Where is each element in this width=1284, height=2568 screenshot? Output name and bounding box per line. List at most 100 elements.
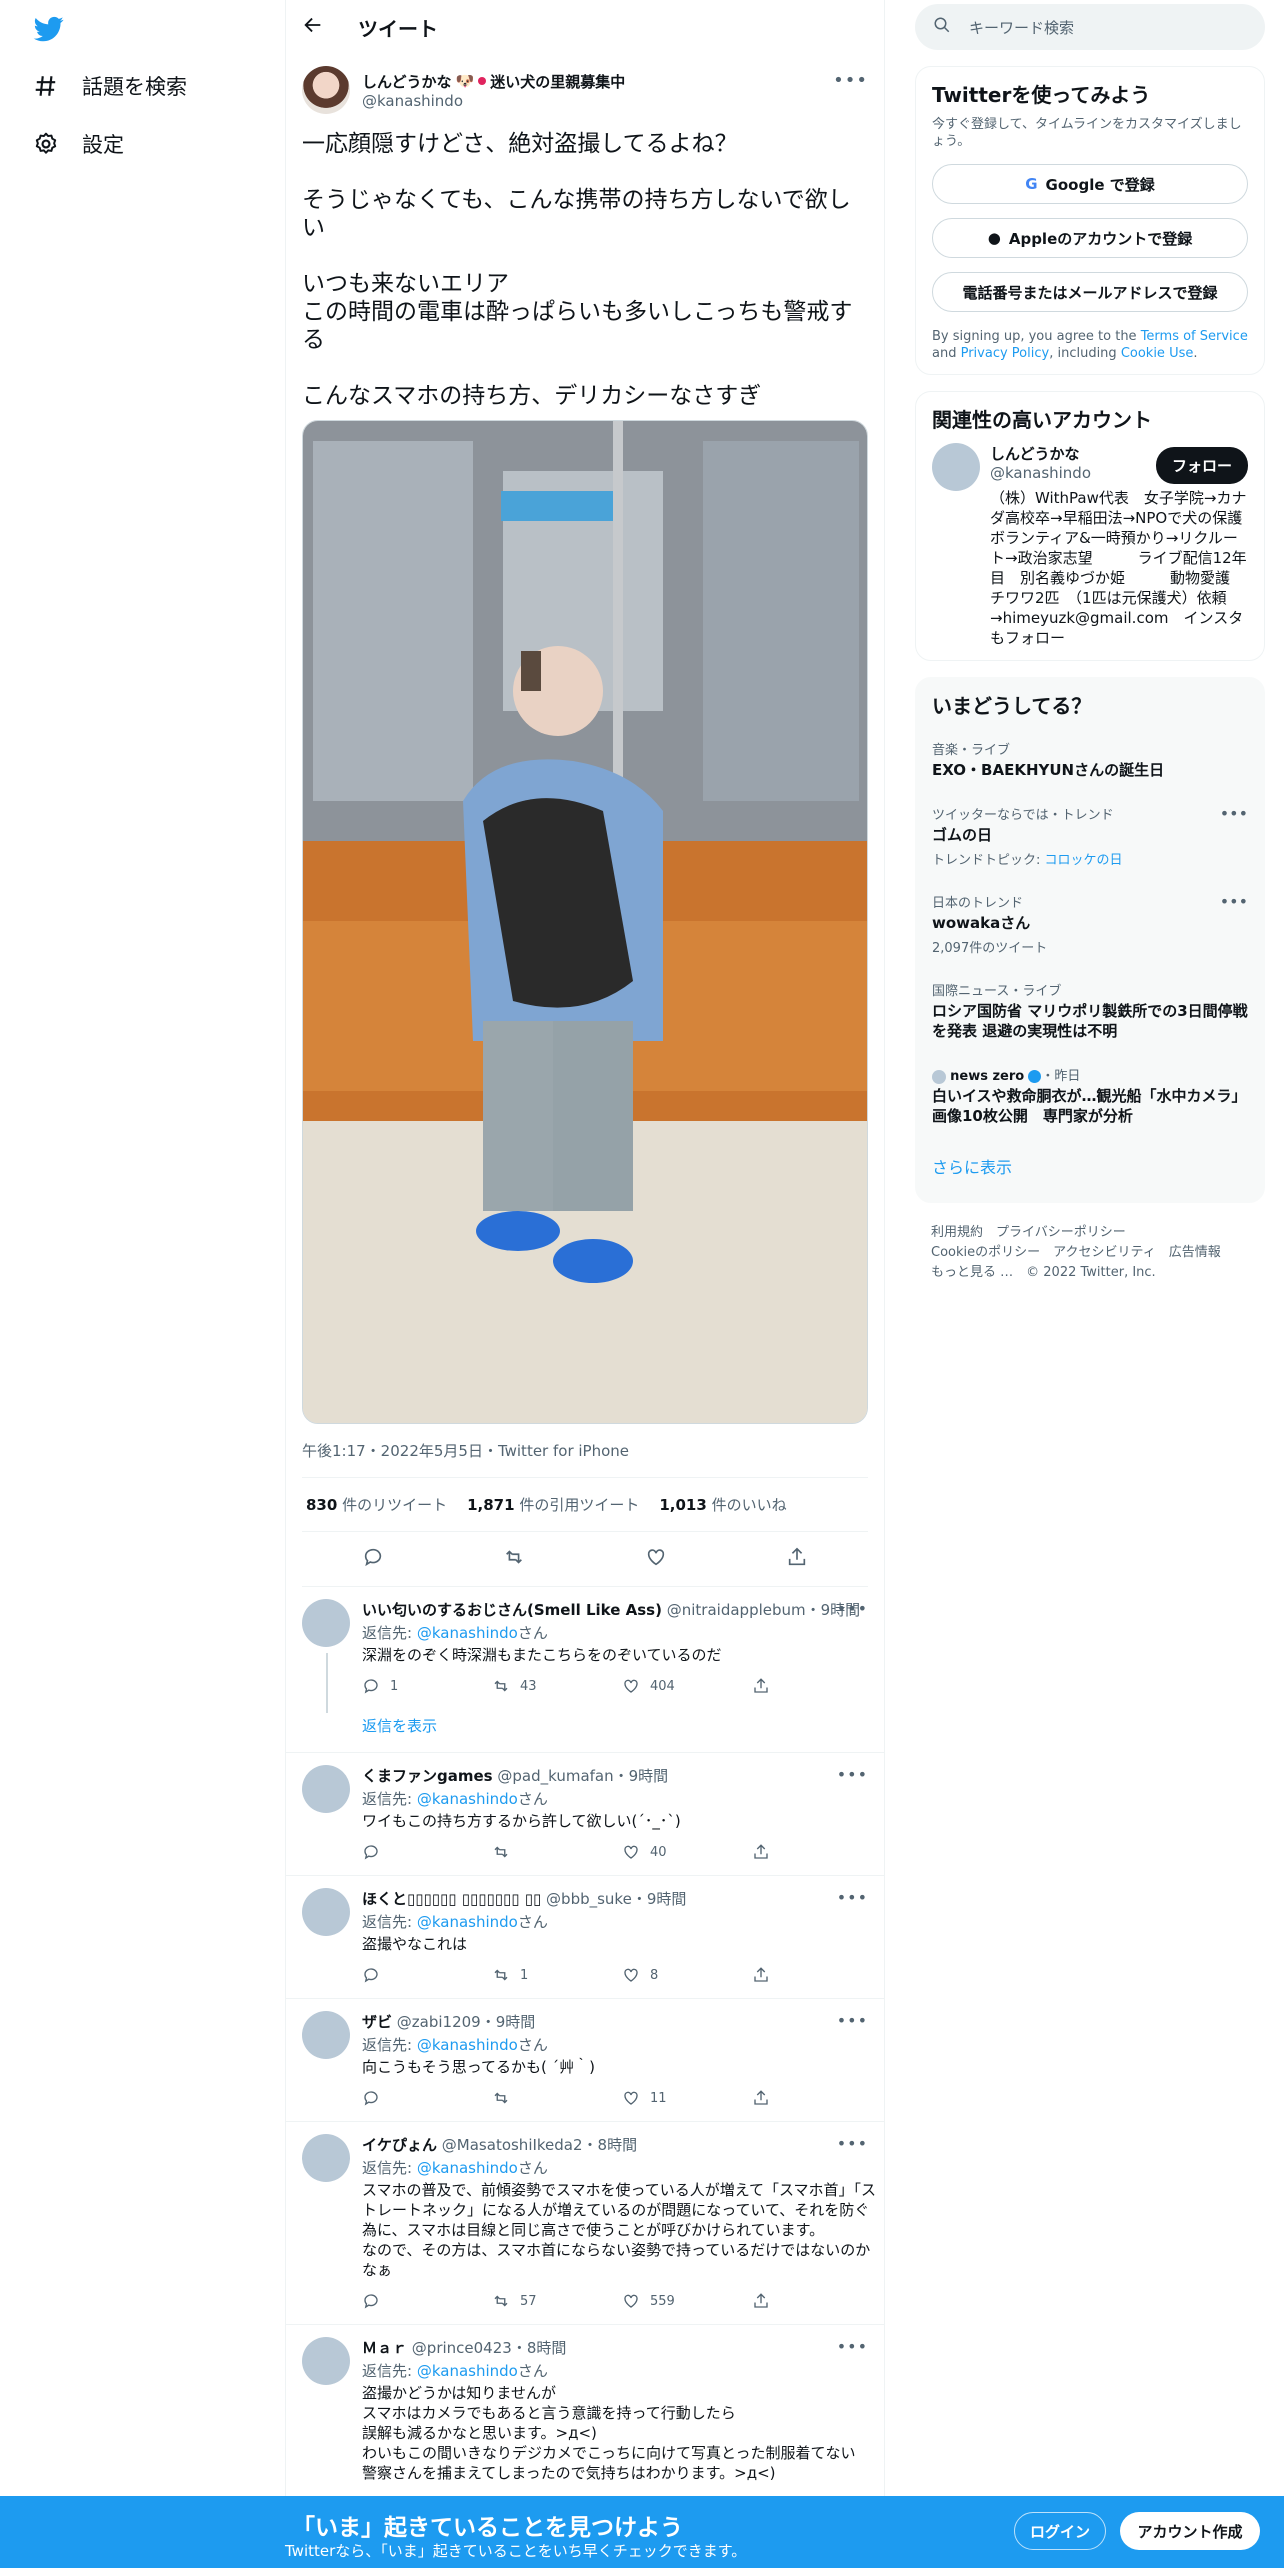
more-options-icon[interactable]: ••• bbox=[837, 2011, 868, 2030]
like-icon[interactable] bbox=[645, 1546, 667, 1572]
reply-author-name[interactable]: ザビ bbox=[362, 2013, 392, 2031]
reply-author-name[interactable]: イケぴょん bbox=[362, 2136, 437, 2154]
reply-button[interactable] bbox=[362, 1966, 492, 1984]
like-button[interactable]: 8 bbox=[622, 1966, 752, 1984]
like-button[interactable]: 11 bbox=[622, 2089, 752, 2107]
replying-to-link[interactable]: @kanashindo bbox=[417, 2362, 518, 2380]
share-icon[interactable] bbox=[786, 1546, 808, 1572]
more-options-icon[interactable]: ••• bbox=[837, 1888, 868, 1907]
reply-button[interactable] bbox=[362, 2292, 492, 2310]
replying-to-link[interactable]: @kanashindo bbox=[417, 1624, 518, 1642]
reply-author-handle[interactable]: @nitraidapplebum bbox=[667, 1601, 806, 1619]
back-arrow-icon[interactable] bbox=[302, 14, 324, 40]
footer-privacy-link[interactable]: プライバシーポリシー bbox=[996, 1225, 1126, 1240]
replying-to-link[interactable]: @kanashindo bbox=[417, 2159, 518, 2177]
nav-settings[interactable]: 設定 bbox=[32, 124, 124, 164]
replying-to-link[interactable]: @kanashindo bbox=[417, 1913, 518, 1931]
footer-accessibility-link[interactable]: アクセシビリティ bbox=[1053, 1245, 1156, 1260]
reply-author-handle[interactable]: @pad_kumafan bbox=[497, 1767, 613, 1785]
avatar[interactable] bbox=[302, 1765, 350, 1813]
retweet-icon[interactable] bbox=[503, 1546, 525, 1572]
share-button[interactable] bbox=[752, 2089, 882, 2107]
reply-item[interactable]: ほくと▯▯▯▯▯▯ ▯▯▯▯▯▯▯ ▯▯ @bbb_suke・9時間 返信先: … bbox=[286, 1876, 884, 1999]
privacy-link[interactable]: Privacy Policy bbox=[961, 346, 1050, 361]
avatar[interactable] bbox=[932, 443, 980, 491]
retweet-button[interactable]: 57 bbox=[492, 2292, 622, 2310]
follow-button[interactable]: フォロー bbox=[1155, 447, 1248, 484]
reply-author-handle[interactable]: @bbb_suke bbox=[546, 1890, 632, 1908]
reply-item[interactable]: イケぴょん @MasatoshiIkeda2・8時間 返信先: @kanashi… bbox=[286, 2122, 884, 2325]
reply-time[interactable]: ・9時間 bbox=[632, 1890, 687, 1908]
avatar[interactable] bbox=[302, 1599, 350, 1647]
reply-author-handle[interactable]: @zabi1209 bbox=[397, 2013, 481, 2031]
share-button[interactable] bbox=[752, 1966, 882, 1984]
reply-item[interactable]: Ｍａｒ @prince0423・8時間 返信先: @kanashindoさん 盗… bbox=[286, 2325, 884, 2498]
reply-button[interactable] bbox=[362, 1843, 492, 1861]
login-button[interactable]: ログイン bbox=[1014, 2512, 1106, 2550]
more-options-icon[interactable]: ••• bbox=[833, 70, 868, 91]
show-more-link[interactable]: さらに表示 bbox=[932, 1138, 1248, 1190]
related-account[interactable]: しんどうかな @kanashindo （株）WithPaw代表 女子学院→カナダ… bbox=[932, 443, 1248, 648]
tweet-timestamp[interactable]: 午後1:17・2022年5月5日・Twitter for iPhone bbox=[302, 1440, 868, 1478]
trend-item[interactable]: ツイッターならでは・トレンド ゴムの日 トレンドトピック: コロッケの日 ••• bbox=[932, 792, 1248, 880]
more-options-icon[interactable]: ••• bbox=[837, 1765, 868, 1784]
more-options-icon[interactable]: ••• bbox=[837, 2337, 868, 2356]
reply-author-name[interactable]: くまファンgames bbox=[362, 1767, 493, 1785]
show-replies-link[interactable]: 返信を表示 bbox=[362, 1715, 882, 1736]
reply-item[interactable]: くまファンgames @pad_kumafan・9時間 返信先: @kanash… bbox=[286, 1753, 884, 1876]
nav-explore[interactable]: 話題を検索 bbox=[32, 66, 187, 106]
footer-ads-link[interactable]: 広告情報 bbox=[1169, 1245, 1221, 1260]
signup-button[interactable]: アカウント作成 bbox=[1120, 2512, 1260, 2550]
reply-author-name[interactable]: ほくと▯▯▯▯▯▯ ▯▯▯▯▯▯▯ ▯▯ bbox=[362, 1890, 541, 1908]
share-button[interactable] bbox=[752, 1677, 882, 1695]
retweet-button[interactable]: 1 bbox=[492, 1966, 622, 1984]
like-button[interactable]: 559 bbox=[622, 2292, 752, 2310]
reply-button[interactable] bbox=[362, 2089, 492, 2107]
more-options-icon[interactable]: ••• bbox=[1220, 804, 1248, 823]
reply-icon[interactable] bbox=[362, 1546, 384, 1572]
trend-item[interactable]: 国際ニュース・ライブ ロシア国防省 マリウポリ製鉄所での3日間停戦を発表 退避の… bbox=[932, 968, 1248, 1053]
retweets-stat[interactable]: 830 件のリツイート bbox=[306, 1494, 447, 1515]
avatar[interactable] bbox=[302, 2337, 350, 2385]
footer-terms-link[interactable]: 利用規約 bbox=[931, 1225, 983, 1240]
avatar[interactable] bbox=[302, 66, 350, 114]
avatar[interactable] bbox=[302, 1888, 350, 1936]
avatar[interactable] bbox=[302, 2011, 350, 2059]
footer-more-link[interactable]: もっと見る … bbox=[931, 1265, 1013, 1280]
share-button[interactable] bbox=[752, 2292, 882, 2310]
reply-time[interactable]: ・9時間 bbox=[614, 1767, 669, 1785]
avatar[interactable] bbox=[302, 2134, 350, 2182]
reply-time[interactable]: ・9時間 bbox=[481, 2013, 536, 2031]
like-button[interactable]: 40 bbox=[622, 1843, 752, 1861]
reply-button[interactable]: 1 bbox=[362, 1677, 492, 1695]
author-name-row[interactable]: しんどうかな 🐶 迷い犬の里親募集中 bbox=[362, 71, 625, 92]
replying-to-link[interactable]: @kanashindo bbox=[417, 1790, 518, 1808]
apple-signup-button[interactable]: ● Appleのアカウントで登録 bbox=[932, 218, 1248, 258]
trend-topic-link[interactable]: コロッケの日 bbox=[1045, 853, 1123, 868]
reply-author-name[interactable]: いい匂いのするおじさん(Smell Like Ass) bbox=[362, 1601, 662, 1619]
retweet-button[interactable]: 43 bbox=[492, 1677, 622, 1695]
cookie-link[interactable]: Cookie Use bbox=[1121, 346, 1194, 361]
trend-item[interactable]: news zero ・昨日 白いイスや救命胴衣が…観光船「水中カメラ」画像10枚… bbox=[932, 1053, 1248, 1138]
reply-item[interactable]: いい匂いのするおじさん(Smell Like Ass) @nitraidappl… bbox=[286, 1587, 884, 1753]
author-handle[interactable]: @kanashindo bbox=[362, 92, 625, 110]
quotes-stat[interactable]: 1,871 件の引用ツイート bbox=[467, 1494, 639, 1515]
retweet-button[interactable] bbox=[492, 1843, 622, 1861]
replying-to-link[interactable]: @kanashindo bbox=[417, 2036, 518, 2054]
likes-stat[interactable]: 1,013 件のいいね bbox=[659, 1494, 786, 1515]
tweet-photo[interactable] bbox=[302, 420, 868, 1424]
reply-time[interactable]: ・8時間 bbox=[583, 2136, 638, 2154]
retweet-button[interactable] bbox=[492, 2089, 622, 2107]
more-options-icon[interactable]: ••• bbox=[1220, 892, 1248, 911]
search-box[interactable]: キーワード検索 bbox=[915, 4, 1265, 50]
search-input[interactable]: キーワード検索 bbox=[969, 17, 1074, 38]
twitter-logo-icon[interactable] bbox=[32, 14, 66, 44]
trend-item[interactable]: 日本のトレンド wowakaさん 2,097件のツイート ••• bbox=[932, 880, 1248, 968]
share-button[interactable] bbox=[752, 1843, 882, 1861]
footer-cookie-link[interactable]: Cookieのポリシー bbox=[931, 1245, 1040, 1260]
reply-item[interactable]: ザビ @zabi1209・9時間 返信先: @kanashindoさん 向こうも… bbox=[286, 1999, 884, 2122]
phone-email-signup-button[interactable]: 電話番号またはメールアドレスで登録 bbox=[932, 272, 1248, 312]
google-signup-button[interactable]: G Google で登録 bbox=[932, 164, 1248, 204]
more-options-icon[interactable]: ••• bbox=[837, 2134, 868, 2153]
more-options-icon[interactable]: ••• bbox=[837, 1599, 868, 1618]
